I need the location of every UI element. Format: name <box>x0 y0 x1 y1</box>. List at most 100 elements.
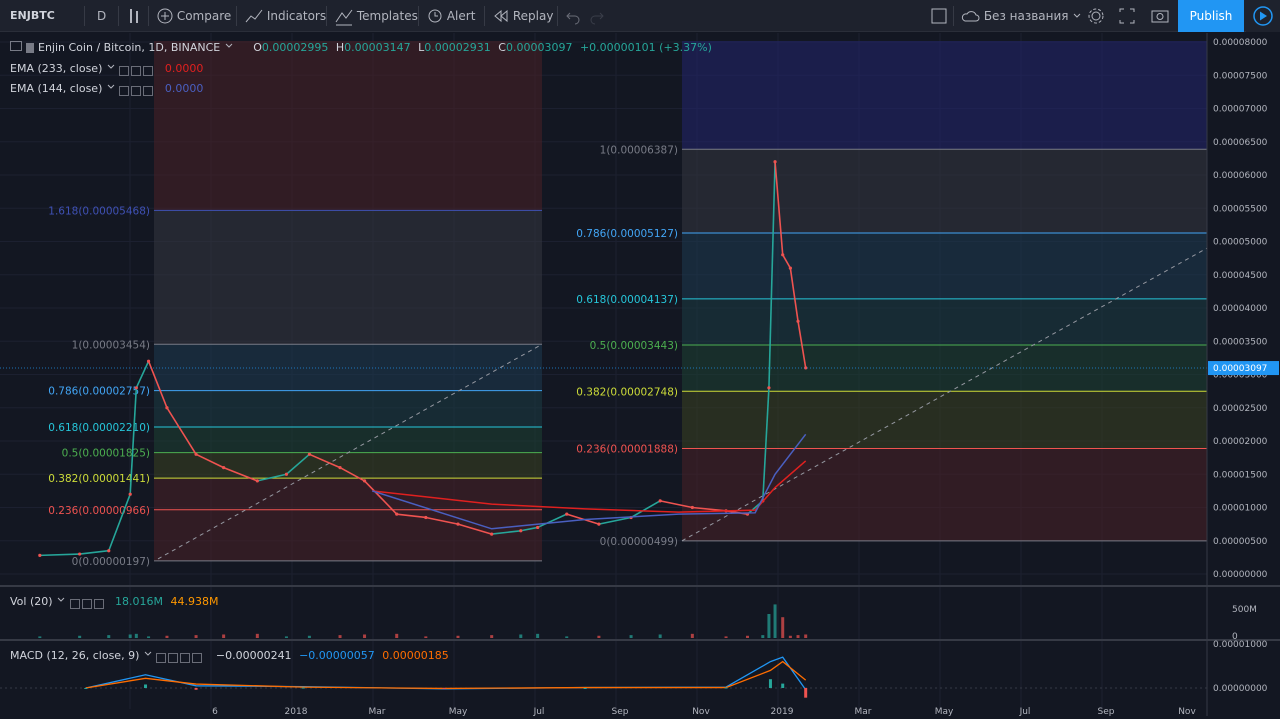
price-tick-label: 0.00007000 <box>1213 105 1268 115</box>
templates-button[interactable]: Templates <box>335 0 418 32</box>
fib-zone <box>154 478 542 510</box>
indicator-controls-icon[interactable] <box>119 84 161 96</box>
publish-button[interactable]: Publish <box>1178 0 1244 32</box>
play-icon[interactable] <box>1246 0 1280 32</box>
main-legend: Enjin Coin / Bitcoin, 1D, BINANCE O0.000… <box>10 41 712 54</box>
price-point <box>128 492 132 496</box>
ema144-legend[interactable]: EMA (144, close) 0.0000 <box>10 82 203 96</box>
fullscreen-toggle-icon[interactable] <box>931 0 947 32</box>
macd-histogram-bar <box>144 684 148 688</box>
volume-bar <box>222 634 226 638</box>
divider <box>84 6 85 26</box>
fib-zone <box>154 210 542 345</box>
price-tick-label: 0.00004500 <box>1213 271 1268 281</box>
compare-label: Compare <box>176 9 232 23</box>
volume-bar <box>519 634 523 638</box>
fib-level-label: 1.618(0.00005468) <box>48 205 150 217</box>
fib-zone <box>682 391 1207 449</box>
price-point <box>767 386 771 390</box>
price-point <box>456 522 460 526</box>
divider <box>236 6 237 26</box>
volume-bar <box>38 636 42 638</box>
divider <box>326 6 327 26</box>
macd-signal-value: 0.00000185 <box>382 649 449 662</box>
indicator-controls-icon[interactable] <box>156 651 212 663</box>
price-point <box>194 452 198 456</box>
volume-legend[interactable]: Vol (20) 18.016M 44.938M <box>10 595 219 609</box>
volume-bar <box>804 634 808 638</box>
fib-zone <box>154 390 542 428</box>
chart-area[interactable]: 1.618(0.00005468) 1(0.00003454) 0.786(0.00… <box>0 33 1280 717</box>
settings-gear-icon[interactable] <box>1086 0 1106 32</box>
fib-level-label: 0.786(0.00002757) <box>48 386 150 398</box>
price-tick-label: 0.00005500 <box>1213 204 1268 214</box>
price-point <box>255 479 259 483</box>
layout-name-button[interactable]: Без названия <box>960 0 1082 32</box>
replay-button[interactable]: Replay <box>493 0 553 32</box>
symbol-title[interactable]: Enjin Coin / Bitcoin, 1D, BINANCE <box>38 41 220 54</box>
time-tick-label: Mar <box>369 707 386 716</box>
price-tick-label: 0.00001500 <box>1213 470 1268 480</box>
indicator-controls-icon[interactable] <box>69 597 112 609</box>
price-segment <box>79 549 109 555</box>
time-tick-label: May <box>449 707 468 716</box>
price-tick-label: 0.00006500 <box>1213 138 1268 148</box>
high-label: H <box>335 41 345 54</box>
fib-zone <box>682 41 1207 150</box>
price-point <box>536 525 540 530</box>
layout-name-label: Без названия <box>983 9 1069 23</box>
symbol-search[interactable]: ENJBTC <box>10 0 55 32</box>
fib-retracement-right: 1(0.00006387) 0.786(0.00005127) 0.618(0.00… <box>576 41 1207 548</box>
fib-level-label: 0(0.00000197) <box>72 556 150 568</box>
bar-style-icon[interactable] <box>127 0 141 32</box>
macd-legend[interactable]: MACD (12, 26, close, 9) −0.00000241 −0.0… <box>10 649 449 663</box>
price-point <box>307 452 312 456</box>
volume-bar <box>284 636 288 638</box>
price-point <box>490 532 494 536</box>
divider <box>953 6 954 26</box>
time-tick-label: May <box>935 707 954 716</box>
volume-bar <box>724 636 728 638</box>
fib-level-label: 1(0.00006387) <box>600 144 678 156</box>
templates-icon <box>335 9 353 26</box>
undo-icon[interactable] <box>566 0 580 32</box>
price-segment <box>537 513 568 529</box>
price-point <box>796 319 800 323</box>
price-point <box>134 386 138 390</box>
divider <box>557 6 558 26</box>
templates-label: Templates <box>356 9 418 23</box>
fib-level-label: 0.618(0.00004137) <box>576 294 678 306</box>
volume-bar <box>536 633 540 638</box>
chevron-down-icon <box>1073 13 1081 18</box>
high-value: 0.00003147 <box>344 41 411 54</box>
volume-bar <box>565 636 569 638</box>
price-chart[interactable]: 1.618(0.00005468) 1(0.00003454) 0.786(0.00… <box>0 33 1280 717</box>
volume-bar <box>761 635 765 638</box>
indicator-controls-icon[interactable] <box>119 64 161 76</box>
indicators-button[interactable]: Indicators <box>245 0 326 32</box>
price-segment <box>108 493 131 552</box>
ema233-legend[interactable]: EMA (233, close) 0.0000 <box>10 62 203 76</box>
plus-circle-icon <box>157 8 173 24</box>
macd-histogram-bar <box>724 687 728 689</box>
collapse-icon[interactable] <box>10 41 22 51</box>
cloud-icon <box>961 11 980 22</box>
interval-button[interactable]: D <box>97 0 106 32</box>
macd-label: MACD (12, 26, close, 9) <box>10 649 140 662</box>
redo-icon[interactable] <box>590 0 604 32</box>
open-value: 0.00002995 <box>261 41 329 54</box>
compare-button[interactable]: Compare <box>157 0 231 32</box>
low-value: 0.00002931 <box>424 41 491 54</box>
price-point <box>338 466 342 470</box>
price-point <box>38 553 42 557</box>
fib-level-label: 0.786(0.00005127) <box>576 228 678 240</box>
fullscreen-icon[interactable] <box>1118 0 1136 32</box>
price-point <box>773 160 777 164</box>
indicators-icon <box>245 9 263 23</box>
macd-tick-label: 0.00001000 <box>1213 640 1268 650</box>
fib-zone <box>682 233 1207 299</box>
volume-bar <box>107 635 111 638</box>
camera-icon[interactable] <box>1150 0 1170 32</box>
volume-bar <box>363 634 367 638</box>
alert-button[interactable]: Alert <box>427 0 475 32</box>
